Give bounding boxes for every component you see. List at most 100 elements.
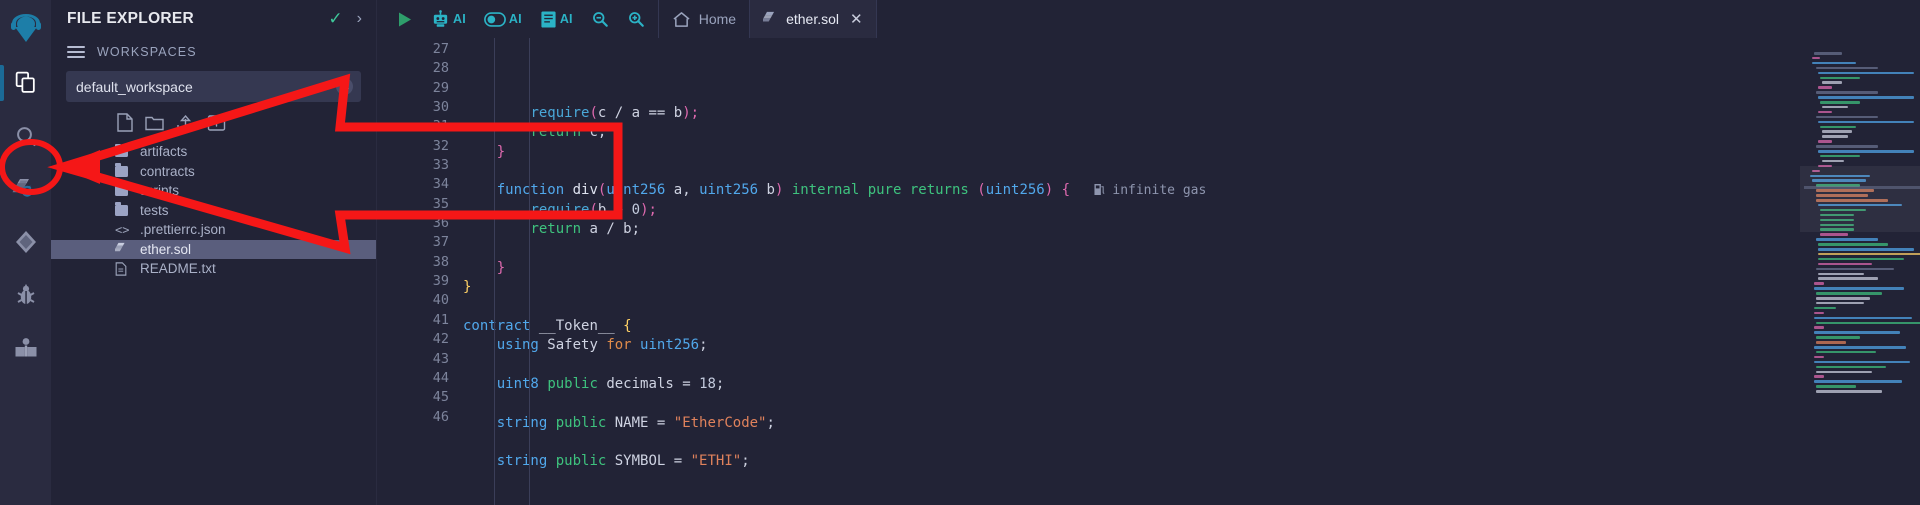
- editor-minimap[interactable]: [1800, 38, 1920, 505]
- code-token: uint256: [640, 337, 700, 354]
- remix-ide-window: FILE EXPLORER ✓ › WORKSPACES default_wor…: [0, 0, 1920, 505]
- file-explorer-header: FILE EXPLORER ✓ ›: [51, 0, 376, 37]
- workspace-select[interactable]: default_workspace: [66, 71, 361, 102]
- publish-to-gist-icon[interactable]: [176, 113, 195, 132]
- check-icon[interactable]: ✓: [328, 10, 342, 27]
- close-icon[interactable]: ✕: [850, 12, 863, 27]
- ai-assistant-button[interactable]: AI: [422, 0, 475, 38]
- zoom-in-button[interactable]: [618, 0, 654, 38]
- code-line: using Safety for uint256;: [463, 336, 1920, 355]
- line-number: 32: [432, 137, 449, 154]
- code-token: c: [597, 105, 615, 121]
- code-token: =: [673, 453, 683, 470]
- minimap-line: [1818, 120, 1914, 124]
- code-line: }: [463, 259, 1920, 278]
- file-tree-item[interactable]: artifacts: [51, 142, 376, 162]
- minimap-line: [1816, 267, 1894, 271]
- icon-rail: [0, 0, 51, 505]
- file-tree-item[interactable]: tests: [51, 201, 376, 221]
- code-token: ): [1044, 182, 1054, 199]
- sidebar-item-debugger[interactable]: [0, 268, 51, 321]
- upload-folder-icon[interactable]: [207, 113, 226, 132]
- minimap-line: [1816, 297, 1870, 300]
- minimap-line: [1814, 375, 1824, 378]
- code-content[interactable]: require(c / a == b); return c; } functio…: [463, 38, 1920, 505]
- code-token: for: [606, 337, 632, 354]
- code-line: function div(uint256 a, uint256 b) inter…: [463, 181, 1920, 200]
- code-token: ;: [631, 221, 641, 238]
- minimap-line: [1816, 321, 1920, 325]
- ai-toggle-button[interactable]: AI: [475, 0, 531, 38]
- toggle-icon: [483, 11, 506, 27]
- minimap-line: [1818, 248, 1914, 251]
- minimap-line: [1816, 91, 1878, 94]
- minimap-line: [1812, 56, 1820, 60]
- code-token: contract: [463, 317, 531, 334]
- code-token: (: [589, 201, 598, 218]
- line-number: 39: [432, 273, 449, 290]
- run-script-button[interactable]: [387, 0, 422, 38]
- code-token: "ETHI": [690, 453, 742, 470]
- play-icon: [399, 12, 411, 26]
- minimap-scroll-indicator[interactable]: [1804, 186, 1920, 189]
- code-token: b: [597, 201, 615, 218]
- minimap-line: [1820, 76, 1860, 80]
- minimap-line: [1818, 243, 1888, 246]
- code-token: returns: [909, 182, 969, 199]
- search-icon: [16, 126, 36, 146]
- code-token: NAME: [606, 414, 657, 431]
- line-number: 36: [432, 215, 449, 232]
- code-token: ;: [715, 375, 725, 392]
- editor-scrollbar[interactable]: [1906, 38, 1920, 505]
- minimap-line: [1816, 365, 1886, 369]
- create-new-file-icon[interactable]: [117, 113, 133, 132]
- code-editor[interactable]: 27 28 29 30 31 32 33 34 35 36 37 38 39 40 41 42 43 44 45 46…: [377, 38, 1920, 505]
- create-new-folder-icon[interactable]: [145, 113, 164, 132]
- sidebar-item-file-explorer[interactable]: [0, 56, 51, 109]
- sidebar-item-deploy-run[interactable]: [0, 215, 51, 268]
- tab-ether-sol[interactable]: ether.sol ✕: [750, 0, 877, 38]
- file-tree-item[interactable]: README.txt: [51, 259, 376, 279]
- ethereum-deploy-icon: [15, 230, 36, 253]
- sidebar-item-plugin-manager[interactable]: [0, 321, 51, 374]
- sidebar-item-solidity-compiler[interactable]: [0, 162, 51, 215]
- files-icon: [15, 71, 35, 93]
- editor-tabbar: AI AI AI Home ether.sol ✕: [377, 0, 1920, 38]
- chevron-right-icon[interactable]: ›: [357, 10, 362, 27]
- code-token: return: [530, 221, 582, 238]
- ai-docs-button[interactable]: AI: [531, 0, 582, 38]
- code-token: decimals: [597, 375, 683, 392]
- file-tree-item-label: scripts: [140, 183, 180, 199]
- folder-icon: [115, 202, 133, 216]
- tab-home[interactable]: Home: [659, 0, 751, 38]
- file-tree-item[interactable]: contracts: [51, 162, 376, 182]
- home-icon: [673, 11, 690, 27]
- hamburger-icon[interactable]: [67, 43, 85, 61]
- workspaces-row[interactable]: WORKSPACES: [51, 37, 376, 67]
- minimap-viewport[interactable]: [1800, 166, 1920, 232]
- gas-pump-icon: [1094, 184, 1104, 196]
- sidebar-item-search[interactable]: [0, 109, 51, 162]
- zoom-out-button[interactable]: [582, 0, 618, 38]
- code-line: contract __Token__ {: [463, 317, 1920, 336]
- chevron-down-icon[interactable]: [336, 78, 353, 95]
- remix-logo-icon[interactable]: [4, 6, 48, 50]
- minimap-line: [1818, 272, 1864, 276]
- code-token: internal: [791, 182, 860, 199]
- code-token: using: [496, 337, 539, 354]
- file-tree-item[interactable]: scripts: [51, 181, 376, 201]
- code-token: uint256: [699, 182, 759, 199]
- minimap-line: [1818, 150, 1914, 153]
- indent-guide: [529, 38, 530, 505]
- file-tree-item[interactable]: <> .prettierrc.json: [51, 220, 376, 240]
- code-line: require(b > 0);: [463, 201, 1920, 220]
- file-tree-item[interactable]: ether.sol: [51, 239, 376, 259]
